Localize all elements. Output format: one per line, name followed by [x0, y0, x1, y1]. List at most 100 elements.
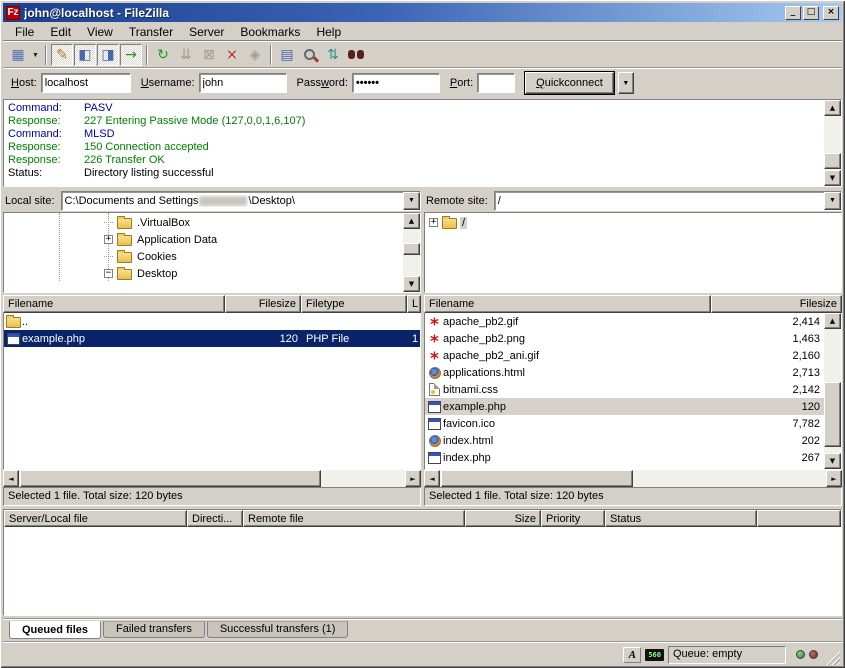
scroll-down-button[interactable]: ▼ — [403, 276, 420, 292]
close-button[interactable]: × — [823, 6, 839, 20]
tree-expander[interactable]: + — [429, 218, 438, 227]
file-row[interactable]: bitnami.css2,142 — [425, 381, 824, 398]
tree-item[interactable]: Cookies — [4, 248, 403, 265]
tree-item[interactable]: + Application Data — [4, 231, 403, 248]
remote-horizontal-scrollbar[interactable]: ◄ ► — [424, 470, 842, 487]
file-row[interactable]: *apache_pb2_ani.gif2,160 — [425, 347, 824, 364]
tree-item[interactable]: .VirtualBox — [4, 214, 403, 231]
file-row[interactable]: favicon.ico7,782 — [425, 415, 824, 432]
column-header-filesize[interactable]: Filesize — [225, 295, 301, 313]
password-input[interactable] — [352, 73, 440, 93]
tree-item[interactable]: − Desktop — [4, 265, 403, 282]
tree-connector — [104, 222, 113, 223]
file-row[interactable]: example.php120PHP File1 — [4, 330, 420, 347]
local-path-combo[interactable]: C:\Documents and Settings\Desktop\ ▼ — [61, 191, 421, 211]
tree-item-label[interactable]: Cookies — [135, 251, 179, 263]
menu-item-edit[interactable]: Edit — [42, 23, 79, 41]
resize-grip[interactable] — [826, 651, 840, 665]
file-row[interactable]: *apache_pb2.png1,463 — [425, 330, 824, 347]
scroll-thumb[interactable] — [441, 470, 633, 487]
scroll-left-button[interactable]: ◄ — [3, 470, 19, 487]
scroll-up-button[interactable]: ▲ — [824, 313, 841, 329]
compare-directories-button[interactable] — [299, 44, 321, 66]
log-vertical-scrollbar[interactable]: ▲ ▼ — [824, 100, 841, 186]
local-horizontal-scrollbar[interactable]: ◄ ► — [3, 470, 421, 487]
quickconnect-button[interactable]: Quickconnect — [525, 72, 614, 94]
toggle-local-tree-button[interactable]: ◧ — [74, 44, 96, 66]
scroll-down-button[interactable]: ▼ — [824, 170, 841, 186]
reconnect-button[interactable]: ◈ — [244, 44, 266, 66]
menu-item-view[interactable]: View — [79, 23, 121, 41]
port-input[interactable] — [477, 73, 515, 93]
scroll-down-button[interactable]: ▼ — [824, 453, 841, 469]
scroll-right-button[interactable]: ► — [405, 470, 421, 487]
column-header-filesize[interactable]: Filesize — [711, 295, 842, 313]
tree-item-label[interactable]: .VirtualBox — [135, 217, 192, 229]
username-input[interactable] — [199, 73, 287, 93]
image-icon: * — [430, 321, 439, 329]
file-row[interactable]: index.html202 — [425, 432, 824, 449]
scroll-thumb[interactable] — [824, 382, 841, 448]
column-header-status[interactable]: Status — [605, 510, 757, 527]
scroll-left-button[interactable]: ◄ — [424, 470, 440, 487]
quickconnect-dropdown-button[interactable]: ▼ — [618, 72, 634, 94]
tab-successful-transfers-1[interactable]: Successful transfers (1) — [207, 621, 349, 638]
title-bar[interactable]: Fz john@localhost - FileZilla _ □ × — [3, 3, 842, 22]
directory-filters-button[interactable]: ▤ — [276, 44, 298, 66]
scroll-thumb[interactable] — [403, 243, 420, 255]
column-header-priority[interactable]: Priority — [541, 510, 605, 527]
tree-item-label[interactable]: Desktop — [135, 268, 179, 280]
tree-item-label[interactable]: / — [460, 217, 467, 229]
file-row[interactable]: example.php120 — [425, 398, 824, 415]
column-header-filename[interactable]: Filename — [3, 295, 225, 313]
remote-path-combo[interactable]: / ▼ — [494, 191, 842, 211]
site-manager-dropdown-button[interactable]: ▼ — [30, 44, 41, 66]
menu-item-file[interactable]: File — [7, 23, 42, 41]
file-row[interactable]: index.php267 — [425, 449, 824, 466]
column-header-filetype[interactable]: Filetype — [301, 295, 407, 313]
local-path-dropdown-button[interactable]: ▼ — [403, 192, 420, 210]
site-manager-button[interactable]: ▦ — [7, 44, 29, 66]
host-input[interactable] — [41, 73, 131, 93]
menu-item-help[interactable]: Help — [308, 23, 349, 41]
find-files-button[interactable] — [345, 44, 367, 66]
scroll-thumb[interactable] — [824, 153, 841, 169]
column-header-directi-[interactable]: Directi... — [187, 510, 243, 527]
toggle-message-log-button[interactable]: ✎ — [51, 44, 73, 66]
synchronized-browsing-button[interactable]: ⇅ — [322, 44, 344, 66]
column-header-filename[interactable]: Filename — [424, 295, 711, 313]
column-header-server-local-file[interactable]: Server/Local file — [4, 510, 187, 527]
file-row[interactable]: .. — [4, 313, 420, 330]
local-tree-vertical-scrollbar[interactable]: ▲ ▼ — [403, 213, 420, 292]
refresh-button[interactable]: ↻ — [152, 44, 174, 66]
column-header-l[interactable]: L — [407, 295, 421, 313]
toggle-queue-button[interactable]: → — [120, 44, 142, 66]
column-header-size[interactable]: Size — [465, 510, 541, 527]
tree-item[interactable]: +/ — [425, 214, 841, 231]
file-row[interactable]: applications.html2,713 — [425, 364, 824, 381]
toggle-remote-tree-button[interactable]: ◨ — [97, 44, 119, 66]
remote-path-dropdown-button[interactable]: ▼ — [824, 192, 841, 210]
menu-item-bookmarks[interactable]: Bookmarks — [232, 23, 308, 41]
file-row[interactable]: *apache_pb2.gif2,414 — [425, 313, 824, 330]
tab-failed-transfers[interactable]: Failed transfers — [103, 621, 205, 638]
tab-queued-files[interactable]: Queued files — [9, 621, 101, 639]
scroll-right-button[interactable]: ► — [826, 470, 842, 487]
menu-item-server[interactable]: Server — [181, 23, 232, 41]
process-queue-button[interactable]: ⇊ — [175, 44, 197, 66]
column-header-remote-file[interactable]: Remote file — [243, 510, 465, 527]
remote-vertical-scrollbar[interactable]: ▲ ▼ — [824, 313, 841, 469]
cancel-operation-button[interactable]: ⊠ — [198, 44, 220, 66]
disconnect-button[interactable]: × — [221, 44, 243, 66]
minimize-button[interactable]: _ — [785, 6, 801, 20]
tree-expander[interactable]: + — [104, 235, 113, 244]
menu-item-transfer[interactable]: Transfer — [121, 23, 181, 41]
maximize-button[interactable]: □ — [803, 6, 819, 20]
tree-expander[interactable]: − — [104, 269, 113, 278]
local-file-list: FilenameFilesizeFiletypeL ..example.php1… — [3, 295, 421, 506]
scroll-thumb[interactable] — [20, 470, 321, 487]
column-header-spacer[interactable] — [757, 510, 841, 527]
scroll-up-button[interactable]: ▲ — [403, 213, 420, 229]
tree-item-label[interactable]: Application Data — [135, 234, 219, 246]
scroll-up-button[interactable]: ▲ — [824, 100, 841, 116]
